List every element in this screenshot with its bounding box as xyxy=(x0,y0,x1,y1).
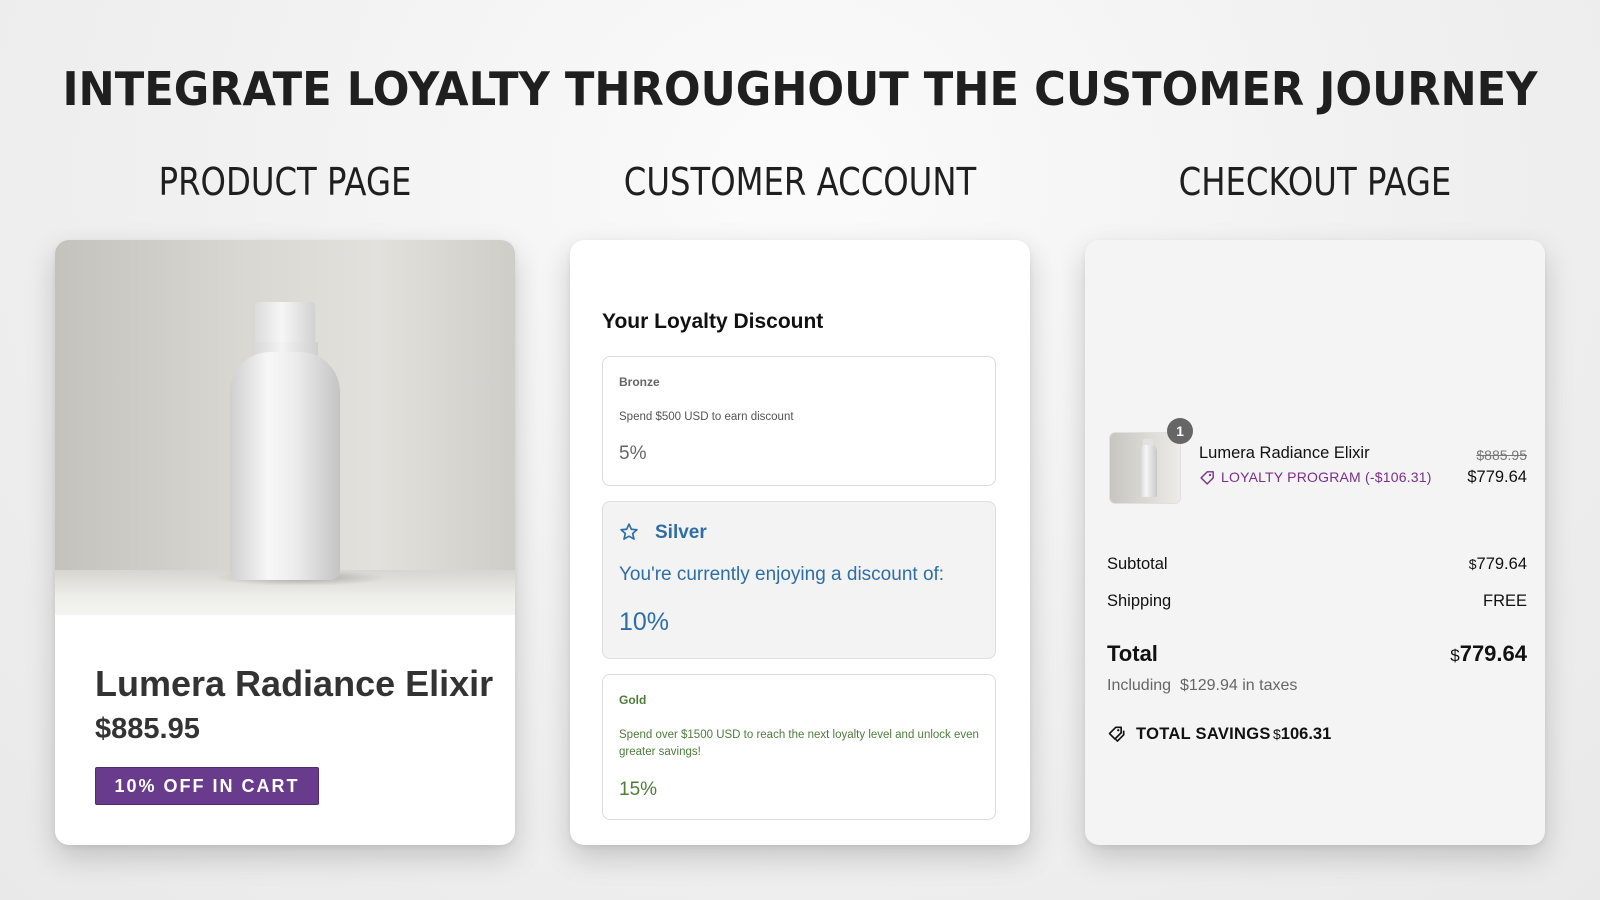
tier-card-gold: Gold Spend over $1500 USD to reach the n… xyxy=(602,674,996,820)
tier-name: Silver xyxy=(655,522,707,543)
currency-symbol: $ xyxy=(1450,646,1460,665)
section-label-customer-account: CUSTOMER ACCOUNT xyxy=(623,160,977,204)
subtotal-amount: 779.64 xyxy=(1476,555,1527,573)
shipping-value: FREE xyxy=(1482,592,1527,610)
loyalty-discount-tag: LOYALTY PROGRAM (-$106.31) xyxy=(1221,469,1432,485)
bottle-body xyxy=(230,352,340,580)
tier-name: Gold xyxy=(619,693,647,707)
product-image xyxy=(55,240,515,615)
tier-card-silver-current: Silver You're currently enjoying a disco… xyxy=(602,501,996,659)
product-card: Lumera Radiance Elixir $885.95 10% OFF I… xyxy=(55,240,515,845)
star-icon xyxy=(620,523,638,540)
currency-symbol: $ xyxy=(1273,726,1281,742)
tier-description: You're currently enjoying a discount of: xyxy=(619,564,945,585)
bottle-icon xyxy=(230,302,340,582)
subtotal-value: $779.64 xyxy=(1469,555,1527,574)
total-value: $779.64 xyxy=(1450,641,1527,667)
tier-name: Bronze xyxy=(619,375,660,389)
product-price: $885.95 xyxy=(95,713,200,745)
section-label-product-page: PRODUCT PAGE xyxy=(158,160,412,204)
total-savings-value: $106.31 xyxy=(1273,725,1331,744)
original-price: $885.95 xyxy=(1476,447,1527,463)
section-label-checkout-page: CHECKOUT PAGE xyxy=(1178,160,1452,204)
checkout-card: 1 Lumera Radiance Elixir LOYALTY PROGRAM… xyxy=(1085,240,1545,845)
total-label: Total xyxy=(1107,641,1158,666)
total-savings-label: TOTAL SAVINGS xyxy=(1136,725,1271,743)
tier-card-bronze: Bronze Spend $500 USD to earn discount 5… xyxy=(602,356,996,486)
line-item-price: $779.64 xyxy=(1467,468,1527,486)
subtotal-label: Subtotal xyxy=(1107,555,1168,573)
product-name: Lumera Radiance Elixir xyxy=(95,663,494,704)
tier-discount: 5% xyxy=(619,443,647,464)
savings-amount: 106.31 xyxy=(1280,725,1332,743)
loyalty-heading: Your Loyalty Discount xyxy=(602,310,824,333)
discount-badge: 10% OFF IN CART xyxy=(95,767,319,805)
line-item-thumbnail xyxy=(1109,432,1181,504)
customer-account-card: Your Loyalty Discount Bronze Spend $500 … xyxy=(570,240,1030,845)
quantity-badge: 1 xyxy=(1167,418,1193,444)
tier-discount: 10% xyxy=(619,608,670,636)
thumbnail-bottle-icon xyxy=(1139,445,1157,497)
tier-discount: 15% xyxy=(619,779,658,800)
bottle-cap xyxy=(255,302,315,344)
tier-description: Spend over $1500 USD to reach the next l… xyxy=(619,729,979,758)
tag-icon xyxy=(1200,471,1214,485)
shipping-label: Shipping xyxy=(1107,592,1172,610)
tax-note: Including $129.94 in taxes xyxy=(1107,677,1298,694)
tags-icon xyxy=(1108,726,1125,742)
page-title: INTEGRATE LOYALTY THROUGHOUT THE CUSTOME… xyxy=(62,62,1538,116)
tier-description: Spend $500 USD to earn discount xyxy=(619,411,794,423)
total-amount: 779.64 xyxy=(1459,641,1527,666)
line-item-name: Lumera Radiance Elixir xyxy=(1199,444,1370,462)
currency-symbol: $ xyxy=(1468,556,1477,572)
